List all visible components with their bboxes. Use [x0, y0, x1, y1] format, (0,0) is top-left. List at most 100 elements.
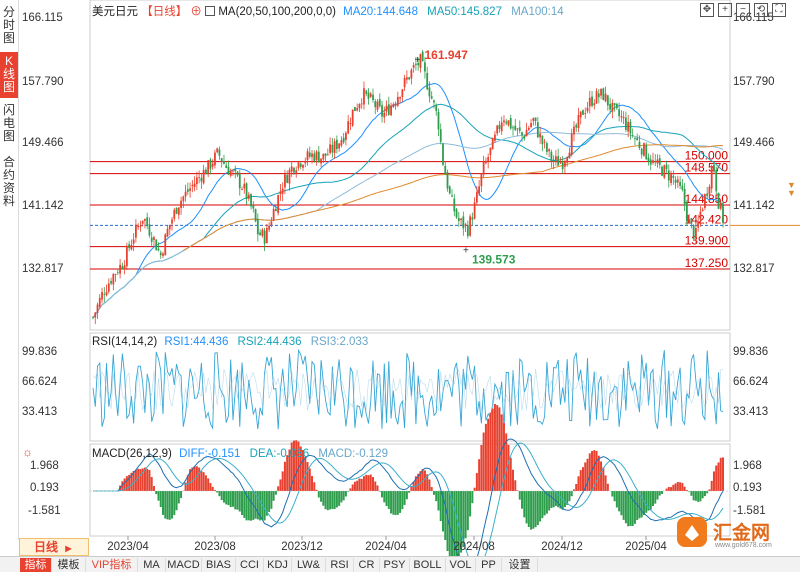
candle	[597, 89, 600, 104]
indicator-tab[interactable]: BIAS	[202, 558, 236, 572]
right-macd-tick: 0.193	[733, 482, 762, 494]
candle	[704, 193, 706, 211]
rsi1-value: RSI1:44.436	[164, 336, 229, 348]
zoom-in-icon[interactable]: +	[718, 3, 732, 17]
ma-params: MA(20,50,100,200,0,0)	[218, 6, 336, 18]
candle	[489, 147, 492, 162]
candle	[243, 177, 246, 194]
candle	[692, 224, 695, 242]
candle	[602, 87, 605, 101]
indicator-tab[interactable]: RSI	[326, 558, 354, 572]
candle	[281, 182, 284, 202]
fullscreen-icon[interactable]: ⛶	[772, 3, 786, 17]
ma-toggle-icon[interactable]	[205, 6, 216, 16]
indicator-tab[interactable]: LW&	[292, 558, 326, 572]
indicator-tab-bar: 指标 模板 VIP指标 MA MACD BIAS CCI KDJ LW& RSI CR PSY BOLL…	[0, 556, 800, 572]
candle	[349, 117, 352, 131]
period-arrow-icon: ▶	[65, 544, 72, 553]
candle	[107, 278, 110, 294]
candle	[498, 120, 501, 133]
candle	[591, 90, 593, 108]
macd-settings-icon[interactable]: ☼	[22, 445, 33, 459]
candle	[236, 170, 239, 177]
candle	[128, 240, 131, 252]
candle	[182, 195, 185, 208]
candle	[153, 235, 155, 247]
rsi-line	[92, 348, 724, 430]
indicator-tab[interactable]: PSY	[380, 558, 410, 572]
candle	[430, 91, 433, 100]
candle	[408, 76, 411, 81]
right-y-tick: 157.790	[733, 76, 775, 88]
indicator-tab[interactable]: 指标	[20, 558, 52, 572]
candle	[514, 118, 517, 132]
x-tick-label: 2024/12	[541, 541, 583, 553]
restore-icon[interactable]: ⟲	[754, 3, 768, 17]
candle	[433, 99, 435, 109]
candle	[335, 135, 338, 154]
indicator-tab[interactable]: VIP指标	[86, 558, 138, 572]
candle	[701, 207, 704, 212]
candle	[550, 149, 553, 168]
candle	[191, 180, 194, 193]
candle	[114, 273, 117, 282]
candle	[512, 125, 514, 136]
indicator-tab[interactable]: KDJ	[264, 558, 292, 572]
candle	[559, 157, 562, 165]
indicator-tab[interactable]: MA	[138, 558, 166, 572]
indicator-tab[interactable]: 设置	[502, 558, 538, 572]
indicator-tab[interactable]: BOLL	[410, 558, 446, 572]
indicator-tab[interactable]: CCI	[236, 558, 264, 572]
candle	[101, 287, 103, 304]
zoom-out-icon[interactable]: −	[736, 3, 750, 17]
candle	[627, 114, 630, 138]
indicator-tab[interactable]: CR	[354, 558, 380, 572]
candle	[125, 242, 128, 271]
x-tick-label: 2023/04	[107, 541, 149, 553]
candle	[148, 217, 151, 238]
candle	[455, 207, 458, 219]
candlesticks: 161.947+139.573+	[92, 48, 724, 325]
candle	[214, 149, 216, 169]
candle	[385, 100, 388, 116]
indicator-tab[interactable]: VOL	[446, 558, 476, 572]
candle	[263, 227, 266, 252]
candle	[625, 111, 627, 132]
candle	[338, 142, 341, 152]
svg-text:+: +	[415, 55, 421, 66]
candle	[180, 196, 182, 215]
rsi2-value: RSI2:44.436	[237, 336, 302, 348]
candle	[317, 145, 320, 163]
candle	[437, 108, 440, 137]
candle	[485, 157, 487, 165]
indicator-tab[interactable]: 模板	[52, 558, 86, 572]
candle	[588, 90, 591, 114]
macd-panel	[90, 403, 730, 556]
right-y-tick: 141.142	[733, 200, 775, 212]
candle	[665, 160, 668, 173]
expand-icon[interactable]: ✥	[700, 3, 714, 17]
indicator-tab[interactable]: PP	[476, 558, 502, 572]
candle	[645, 142, 648, 160]
candle	[209, 157, 212, 175]
candle	[640, 147, 643, 159]
left-rsi-tick: 66.624	[22, 376, 58, 388]
candle	[622, 111, 625, 125]
kline-chart[interactable]: 150.000148.570144.850142.420139.900137.2…	[0, 0, 800, 556]
level-label: 148.570	[685, 161, 729, 175]
candle	[295, 166, 298, 178]
candle	[387, 96, 390, 116]
dea-value: DEA:-0.086	[249, 448, 310, 460]
settings-icon[interactable]: ⊕	[190, 6, 202, 18]
candle	[442, 142, 444, 167]
candle	[586, 101, 589, 114]
candle	[245, 182, 248, 205]
candle	[164, 233, 167, 256]
candle	[491, 137, 494, 150]
candle	[290, 161, 293, 177]
period-selector[interactable]: 日线 ▶	[19, 538, 89, 556]
indicator-tab[interactable]: MACD	[166, 558, 202, 572]
candle	[482, 155, 485, 178]
candle	[150, 231, 153, 248]
candle	[103, 287, 106, 303]
